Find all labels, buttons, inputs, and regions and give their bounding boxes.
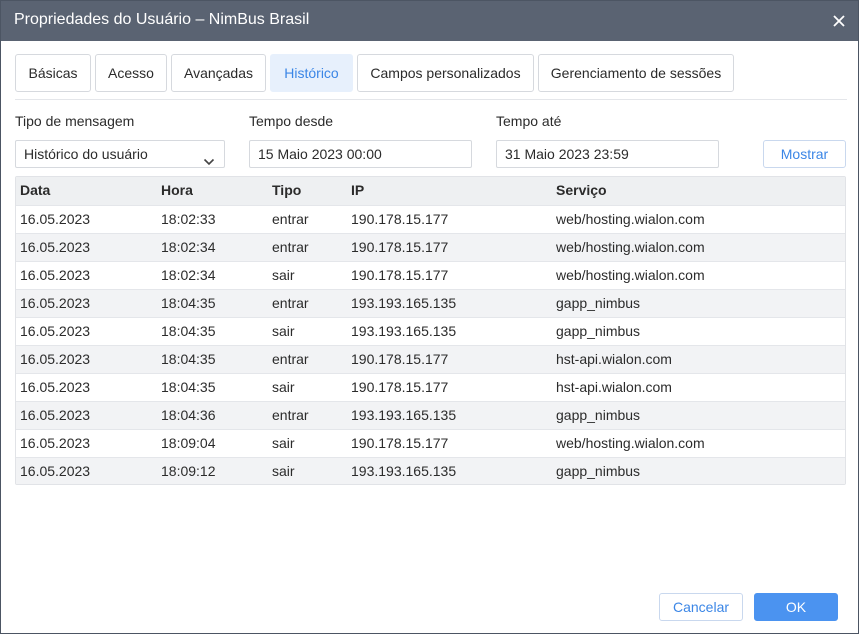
cell-service: hst-api.wialon.com — [556, 351, 672, 367]
tab-campos-personalizados[interactable]: Campos personalizados — [357, 54, 534, 92]
time-to-label: Tempo até — [496, 113, 562, 129]
cell-date: 16.05.2023 — [20, 463, 91, 479]
cell-ip: 193.193.165.135 — [351, 295, 457, 311]
cell-ip: 190.178.15.177 — [351, 239, 449, 255]
cell-time: 18:09:04 — [161, 435, 216, 451]
cell-ip: 190.178.15.177 — [351, 211, 449, 227]
cell-ip: 193.193.165.135 — [351, 323, 457, 339]
table-header: Data Hora Tipo IP Serviço — [16, 177, 845, 205]
dialog-titlebar: Propriedades do Usuário – NimBus Brasil — [1, 1, 858, 41]
cell-service: web/hosting.wialon.com — [556, 267, 705, 283]
table-row[interactable]: 16.05.2023 18:02:33 entrar 190.178.15.17… — [16, 205, 845, 233]
cell-service: web/hosting.wialon.com — [556, 211, 705, 227]
cell-type: entrar — [272, 351, 309, 367]
message-type-label: Tipo de mensagem — [15, 113, 135, 129]
tab-acesso[interactable]: Acesso — [95, 54, 167, 92]
column-header-data[interactable]: Data — [20, 182, 50, 198]
cell-type: entrar — [272, 407, 309, 423]
cell-service: web/hosting.wialon.com — [556, 435, 705, 451]
cell-time: 18:02:34 — [161, 239, 216, 255]
column-header-tipo[interactable]: Tipo — [272, 182, 301, 198]
column-header-servico[interactable]: Serviço — [556, 182, 607, 198]
table-body: 16.05.2023 18:02:33 entrar 190.178.15.17… — [16, 205, 845, 484]
column-header-hora[interactable]: Hora — [161, 182, 193, 198]
message-type-value: Histórico do usuário — [24, 146, 148, 162]
cell-type: sair — [272, 463, 295, 479]
cell-ip: 193.193.165.135 — [351, 407, 457, 423]
cell-type: sair — [272, 323, 295, 339]
cell-type: entrar — [272, 295, 309, 311]
cell-service: web/hosting.wialon.com — [556, 239, 705, 255]
time-from-input[interactable] — [249, 140, 472, 168]
history-table: Data Hora Tipo IP Serviço 16.05.2023 18:… — [15, 176, 846, 485]
chevron-down-icon — [203, 149, 215, 166]
tab-avancadas[interactable]: Avançadas — [171, 54, 266, 92]
table-row[interactable]: 16.05.2023 18:09:04 sair 190.178.15.177 … — [16, 429, 845, 457]
table-row[interactable]: 16.05.2023 18:04:35 sair 193.193.165.135… — [16, 317, 845, 345]
cell-date: 16.05.2023 — [20, 295, 91, 311]
cell-ip: 190.178.15.177 — [351, 351, 449, 367]
cell-ip: 193.193.165.135 — [351, 463, 457, 479]
table-row[interactable]: 16.05.2023 18:04:36 entrar 193.193.165.1… — [16, 401, 845, 429]
cell-date: 16.05.2023 — [20, 211, 91, 227]
cell-date: 16.05.2023 — [20, 407, 91, 423]
cell-service: gapp_nimbus — [556, 463, 641, 479]
table-row[interactable]: 16.05.2023 18:02:34 sair 190.178.15.177 … — [16, 261, 845, 289]
cell-ip: 190.178.15.177 — [351, 435, 449, 451]
cell-date: 16.05.2023 — [20, 323, 91, 339]
cell-time: 18:02:33 — [161, 211, 216, 227]
close-icon[interactable] — [827, 9, 851, 33]
cell-ip: 190.178.15.177 — [351, 267, 449, 283]
table-row[interactable]: 16.05.2023 18:09:12 sair 193.193.165.135… — [16, 457, 845, 484]
tab-historico[interactable]: Histórico — [270, 54, 353, 92]
message-type-select[interactable]: Histórico do usuário — [15, 140, 225, 168]
cell-type: entrar — [272, 211, 309, 227]
cell-type: sair — [272, 435, 295, 451]
cell-date: 16.05.2023 — [20, 435, 91, 451]
cell-time: 18:09:12 — [161, 463, 216, 479]
cell-time: 18:04:35 — [161, 295, 216, 311]
time-from-label: Tempo desde — [249, 113, 334, 129]
cell-time: 18:04:35 — [161, 323, 216, 339]
cell-date: 16.05.2023 — [20, 379, 91, 395]
cell-service: gapp_nimbus — [556, 295, 641, 311]
cell-type: entrar — [272, 239, 309, 255]
user-properties-dialog: Propriedades do Usuário – NimBus Brasil … — [0, 0, 859, 634]
cell-time: 18:04:35 — [161, 351, 216, 367]
cell-type: sair — [272, 267, 295, 283]
table-row[interactable]: 16.05.2023 18:04:35 entrar 190.178.15.17… — [16, 345, 845, 373]
dialog-title: Propriedades do Usuário – NimBus Brasil — [14, 11, 310, 28]
cell-service: gapp_nimbus — [556, 407, 641, 423]
table-row[interactable]: 16.05.2023 18:04:35 entrar 193.193.165.1… — [16, 289, 845, 317]
cell-service: hst-api.wialon.com — [556, 379, 672, 395]
cell-service: gapp_nimbus — [556, 323, 641, 339]
tabs-divider — [15, 99, 847, 100]
cell-time: 18:04:36 — [161, 407, 216, 423]
cell-date: 16.05.2023 — [20, 351, 91, 367]
cancel-button[interactable]: Cancelar — [659, 593, 743, 621]
ok-button[interactable]: OK — [754, 593, 838, 621]
cell-time: 18:04:35 — [161, 379, 216, 395]
show-button[interactable]: Mostrar — [763, 140, 846, 168]
table-row[interactable]: 16.05.2023 18:04:35 sair 190.178.15.177 … — [16, 373, 845, 401]
tab-basicas[interactable]: Básicas — [15, 54, 91, 92]
cell-date: 16.05.2023 — [20, 239, 91, 255]
time-to-input[interactable] — [496, 140, 719, 168]
cell-type: sair — [272, 379, 295, 395]
table-row[interactable]: 16.05.2023 18:02:34 entrar 190.178.15.17… — [16, 233, 845, 261]
cell-date: 16.05.2023 — [20, 267, 91, 283]
column-header-ip[interactable]: IP — [351, 182, 364, 198]
tab-gerenciamento-de-sessoes[interactable]: Gerenciamento de sessões — [538, 54, 734, 92]
cell-ip: 190.178.15.177 — [351, 379, 449, 395]
cell-time: 18:02:34 — [161, 267, 216, 283]
